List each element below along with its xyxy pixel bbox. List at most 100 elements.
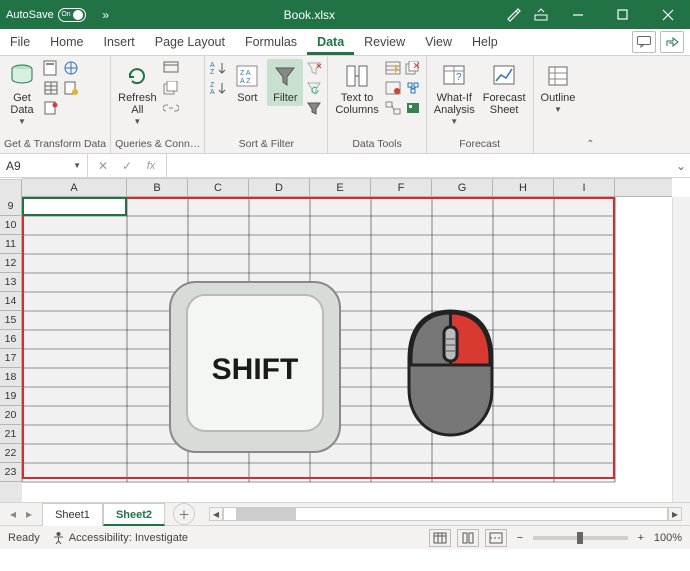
reapply-icon[interactable] [305,79,323,97]
tab-data[interactable]: Data [307,29,354,55]
worksheet-grid[interactable]: ABCDEFGHI 91011121314151617181920212223 … [0,178,690,502]
row-header-23[interactable]: 23 [0,463,22,482]
share-button[interactable] [660,31,684,53]
collapse-ribbon-button[interactable]: ⌃ [582,56,598,153]
sheet-tab-2[interactable]: Sheet2 [103,503,165,526]
row-header-20[interactable]: 20 [0,406,22,425]
col-header-H[interactable]: H [493,179,554,196]
advanced-filter-icon[interactable] [305,99,323,117]
cells[interactable]: SHIFT [22,197,672,502]
view-page-break-icon[interactable] [485,529,507,547]
cancel-formula-icon[interactable]: ✕ [92,156,114,176]
sheet-nav-prev-icon[interactable]: ◂ [10,507,16,521]
row-header-11[interactable]: 11 [0,235,22,254]
sheet-nav[interactable]: ◂ ▸ [0,507,42,521]
row-header-18[interactable]: 18 [0,368,22,387]
minimize-button[interactable] [555,0,600,29]
existing-conn-icon[interactable] [42,99,60,117]
what-if-button[interactable]: ? What-If Analysis ▼ [431,59,478,128]
row-header-12[interactable]: 12 [0,254,22,273]
row-header-17[interactable]: 17 [0,349,22,368]
row-header-16[interactable]: 16 [0,330,22,349]
hscroll-left-icon[interactable]: ◂ [209,507,223,521]
zoom-slider[interactable] [533,536,628,540]
accessibility-status[interactable]: Accessibility: Investigate [52,531,188,544]
tab-file[interactable]: File [0,29,40,55]
view-page-layout-icon[interactable] [457,529,479,547]
sort-asc-icon[interactable]: AZ [209,59,227,77]
consolidate-icon[interactable] [404,79,422,97]
fx-icon[interactable]: fx [140,156,162,176]
row-header-13[interactable]: 13 [0,273,22,292]
hscroll-thumb[interactable] [236,508,296,520]
from-web-icon[interactable] [62,59,80,77]
relationships-icon[interactable] [384,99,402,117]
sheet-nav-next-icon[interactable]: ▸ [26,507,32,521]
forecast-sheet-button[interactable]: Forecast Sheet [480,59,529,118]
pen-icon[interactable] [499,0,527,28]
sheet-tab-1[interactable]: Sheet1 [42,503,103,526]
select-all-corner[interactable] [0,179,22,198]
outline-button[interactable]: Outline ▼ [538,59,579,116]
col-header-G[interactable]: G [432,179,493,196]
tab-insert[interactable]: Insert [94,29,145,55]
recent-sources-icon[interactable] [62,79,80,97]
row-header-19[interactable]: 19 [0,387,22,406]
vertical-scrollbar[interactable] [672,197,690,502]
quick-access-more[interactable]: » [92,1,120,29]
zoom-out-button[interactable]: − [513,532,527,544]
svg-text:A: A [210,62,215,69]
edit-links-icon[interactable] [162,99,180,117]
autosave-toggle[interactable]: On [58,8,86,22]
view-normal-icon[interactable] [429,529,451,547]
horizontal-scrollbar[interactable] [223,507,668,521]
data-model-icon[interactable] [404,99,422,117]
enter-formula-icon[interactable]: ✓ [116,156,138,176]
tab-page-layout[interactable]: Page Layout [145,29,235,55]
row-header-21[interactable]: 21 [0,425,22,444]
col-header-B[interactable]: B [127,179,188,196]
maximize-button[interactable] [600,0,645,29]
col-header-A[interactable]: A [22,179,127,196]
get-data-button[interactable]: Get Data ▼ [4,59,40,128]
row-header-9[interactable]: 9 [0,197,22,216]
formula-input[interactable] [167,154,672,177]
col-header-D[interactable]: D [249,179,310,196]
clear-filter-icon[interactable] [305,59,323,77]
tab-review[interactable]: Review [354,29,415,55]
text-to-columns-button[interactable]: Text to Columns [332,59,381,118]
data-validation-icon[interactable] [384,79,402,97]
row-header-10[interactable]: 10 [0,216,22,235]
tab-view[interactable]: View [415,29,462,55]
zoom-in-button[interactable]: + [634,532,648,544]
name-box[interactable]: A9 ▼ [0,154,88,177]
zoom-thumb[interactable] [577,532,583,544]
sort-desc-icon[interactable]: ZA [209,79,227,97]
row-header-22[interactable]: 22 [0,444,22,463]
properties-icon[interactable] [162,79,180,97]
col-header-I[interactable]: I [554,179,615,196]
new-sheet-button[interactable]: ＋ [173,503,195,525]
ribbon-options-icon[interactable] [527,0,555,28]
comments-button[interactable] [632,31,656,53]
tab-help[interactable]: Help [462,29,508,55]
row-header-14[interactable]: 14 [0,292,22,311]
expand-formula-bar-icon[interactable]: ⌄ [672,159,690,173]
remove-dup-icon[interactable] [404,59,422,77]
close-button[interactable] [645,0,690,29]
tab-home[interactable]: Home [40,29,93,55]
autosave-control[interactable]: AutoSave On [6,8,86,22]
sort-button[interactable]: Z AA Z Sort [229,59,265,106]
from-text-icon[interactable] [42,59,60,77]
hscroll-right-icon[interactable]: ▸ [668,507,682,521]
row-header-15[interactable]: 15 [0,311,22,330]
queries-icon[interactable] [162,59,180,77]
from-table-icon[interactable] [42,79,60,97]
col-header-E[interactable]: E [310,179,371,196]
col-header-F[interactable]: F [371,179,432,196]
col-header-C[interactable]: C [188,179,249,196]
refresh-all-button[interactable]: Refresh All ▼ [115,59,160,128]
filter-button[interactable]: Filter [267,59,303,106]
tab-formulas[interactable]: Formulas [235,29,307,55]
flash-fill-icon[interactable] [384,59,402,77]
